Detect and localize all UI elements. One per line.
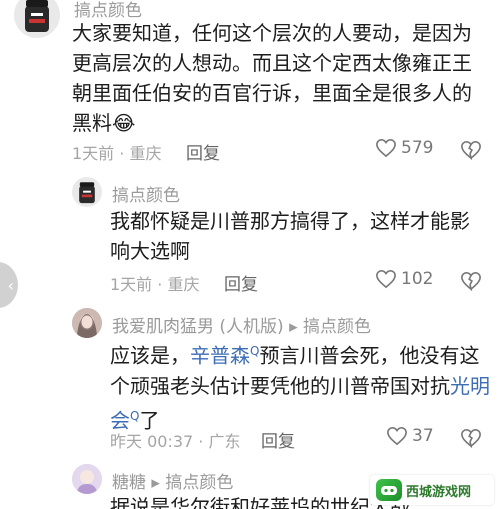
reply-arrow-icon: ▸ [289,317,304,337]
comment-username[interactable]: 糖糖 ▸ 搞点颜色 [112,468,233,493]
avatar[interactable] [72,177,102,207]
like-count: 102 [401,269,434,289]
comment-meta: 1天前 · 重庆 [110,275,200,294]
avatar-image-icon [14,0,60,38]
reply-to-username: 搞点颜色 [165,473,234,493]
comment-username[interactable]: 我爱肌肉猛男 (人机版) ▸ 搞点颜色 [112,312,371,337]
reply-arrow-icon: ▸ [151,473,166,493]
watermark-logo-icon [376,479,402,501]
avatar[interactable] [72,464,102,494]
like-count: 37 [412,426,434,446]
search-link[interactable]: 辛普森 [190,344,250,368]
avatar-photo-icon [72,308,102,338]
like-button[interactable]: 102 [375,269,433,289]
reply-button[interactable]: 回复 [224,270,258,295]
like-button[interactable]: 37 [386,426,434,446]
reply-to-username: 搞点颜色 [303,317,372,337]
site-watermark: 西城游戏网 [370,475,494,505]
like-count: 579 [401,138,434,158]
watermark-text: 西城游戏网 [406,484,472,500]
avatar[interactable] [72,308,102,338]
dislike-button[interactable] [460,140,482,164]
comment-meta: 1天前 · 重庆 [72,144,162,163]
comment-text: 大家要知道，任何这个层次的人要动，是因为更高层次的人想动。而且这个定西太像雍正王… [72,18,482,138]
avatar[interactable] [14,0,60,38]
reply-button[interactable]: 回复 [261,427,295,452]
laugh-emoji-icon: 😂 [112,111,136,135]
dislike-button[interactable] [460,428,482,452]
avatar-photo-icon [72,464,102,494]
broken-heart-icon [461,140,481,161]
comment-meta: 昨天 00:37 · 广东 [110,432,241,451]
comment-body-part: 应该是， [110,343,190,368]
broken-heart-icon [461,271,481,292]
dislike-button[interactable] [460,271,482,295]
heart-icon [387,426,407,446]
chevron-left-icon: ‹ [7,275,14,295]
avatar-image-icon [72,177,102,207]
comment-text: 我都怀疑是川普那方搞得了，这样才能影响大选啊 [110,209,470,263]
reply-button[interactable]: 回复 [186,139,220,164]
heart-icon [376,138,396,158]
like-button[interactable]: 579 [375,138,433,158]
username-text: 我爱肌肉猛男 (人机版) [112,317,284,337]
username-text: 糖糖 [112,473,146,493]
broken-heart-icon [461,428,481,449]
side-float-button[interactable]: ‹ [0,262,18,308]
comment-username[interactable]: 搞点颜色 [112,181,180,206]
heart-icon [376,269,396,289]
comment-text: 应该是，辛普森Q预言川普会死，他没有这个顽强老头估计要凭他的川普帝国对抗光明会Q… [110,336,492,435]
